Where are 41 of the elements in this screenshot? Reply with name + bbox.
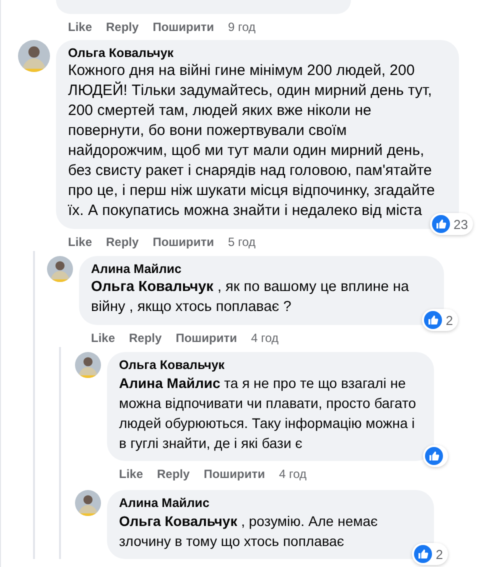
comment-action[interactable]: Reply bbox=[106, 235, 139, 249]
comment-action[interactable]: Поширити bbox=[204, 467, 265, 481]
author-name[interactable]: Ольга Ковальчук bbox=[119, 358, 422, 372]
like-icon bbox=[414, 545, 432, 563]
reaction-count[interactable]: 2 bbox=[412, 543, 448, 565]
comment-time[interactable]: 4 год bbox=[279, 467, 307, 481]
comment-action[interactable]: Поширити bbox=[152, 20, 214, 34]
comment-text: Ольга Ковальчук , як по вашому це вплине на війну , якщо хтось поплаває ? bbox=[91, 278, 410, 317]
comment-action[interactable]: Like bbox=[119, 467, 144, 481]
like-count: 23 bbox=[454, 216, 468, 232]
reaction-count[interactable] bbox=[423, 445, 448, 467]
author-name[interactable]: Алина Майлис bbox=[91, 262, 432, 276]
author-name[interactable]: Ольга Ковальчук bbox=[68, 46, 447, 60]
like-count: 2 bbox=[446, 312, 453, 328]
mention-link[interactable]: Ольга Ковальчук bbox=[119, 513, 238, 529]
comment-action[interactable]: Like bbox=[91, 331, 116, 345]
avatar[interactable] bbox=[75, 352, 101, 378]
comment-time[interactable]: 4 год bbox=[251, 331, 279, 345]
comment-action[interactable]: Поширити bbox=[152, 235, 214, 249]
avatar[interactable] bbox=[47, 256, 73, 282]
comment-action[interactable]: Like bbox=[68, 235, 92, 249]
mention-link[interactable]: Алина Майлис bbox=[119, 375, 220, 391]
avatar[interactable] bbox=[18, 40, 50, 72]
comment-time[interactable]: 5 год bbox=[228, 235, 256, 249]
comment-time[interactable]: 9 год bbox=[228, 20, 256, 34]
comment-action[interactable]: Reply bbox=[106, 20, 139, 34]
mention-link[interactable]: Ольга Ковальчук bbox=[91, 279, 214, 295]
reaction-count[interactable]: 23 bbox=[430, 213, 473, 235]
comment-action[interactable]: Reply bbox=[157, 467, 190, 481]
comment-action[interactable]: Like bbox=[68, 20, 92, 34]
avatar[interactable] bbox=[75, 490, 101, 516]
like-icon bbox=[425, 447, 443, 465]
like-icon bbox=[424, 311, 442, 329]
like-count: 2 bbox=[436, 546, 443, 562]
like-icon bbox=[432, 215, 450, 233]
reaction-count[interactable]: 2 bbox=[422, 309, 458, 331]
comment-text: Ольга Ковальчук , розумію. Але немає злочину в тому що хтось поплаває bbox=[119, 512, 379, 551]
comment-action[interactable]: Поширити bbox=[176, 331, 237, 345]
author-name[interactable]: Алина Майлис bbox=[119, 496, 422, 510]
comment-action[interactable]: Reply bbox=[129, 331, 162, 345]
comment-text: Алина Майлис та я не про те що взагалі не можна відпочивати чи плавати, просто багато людей обурюються. Таку інформацію можна і в гуглі знайти, де і які бази є bbox=[119, 374, 417, 453]
